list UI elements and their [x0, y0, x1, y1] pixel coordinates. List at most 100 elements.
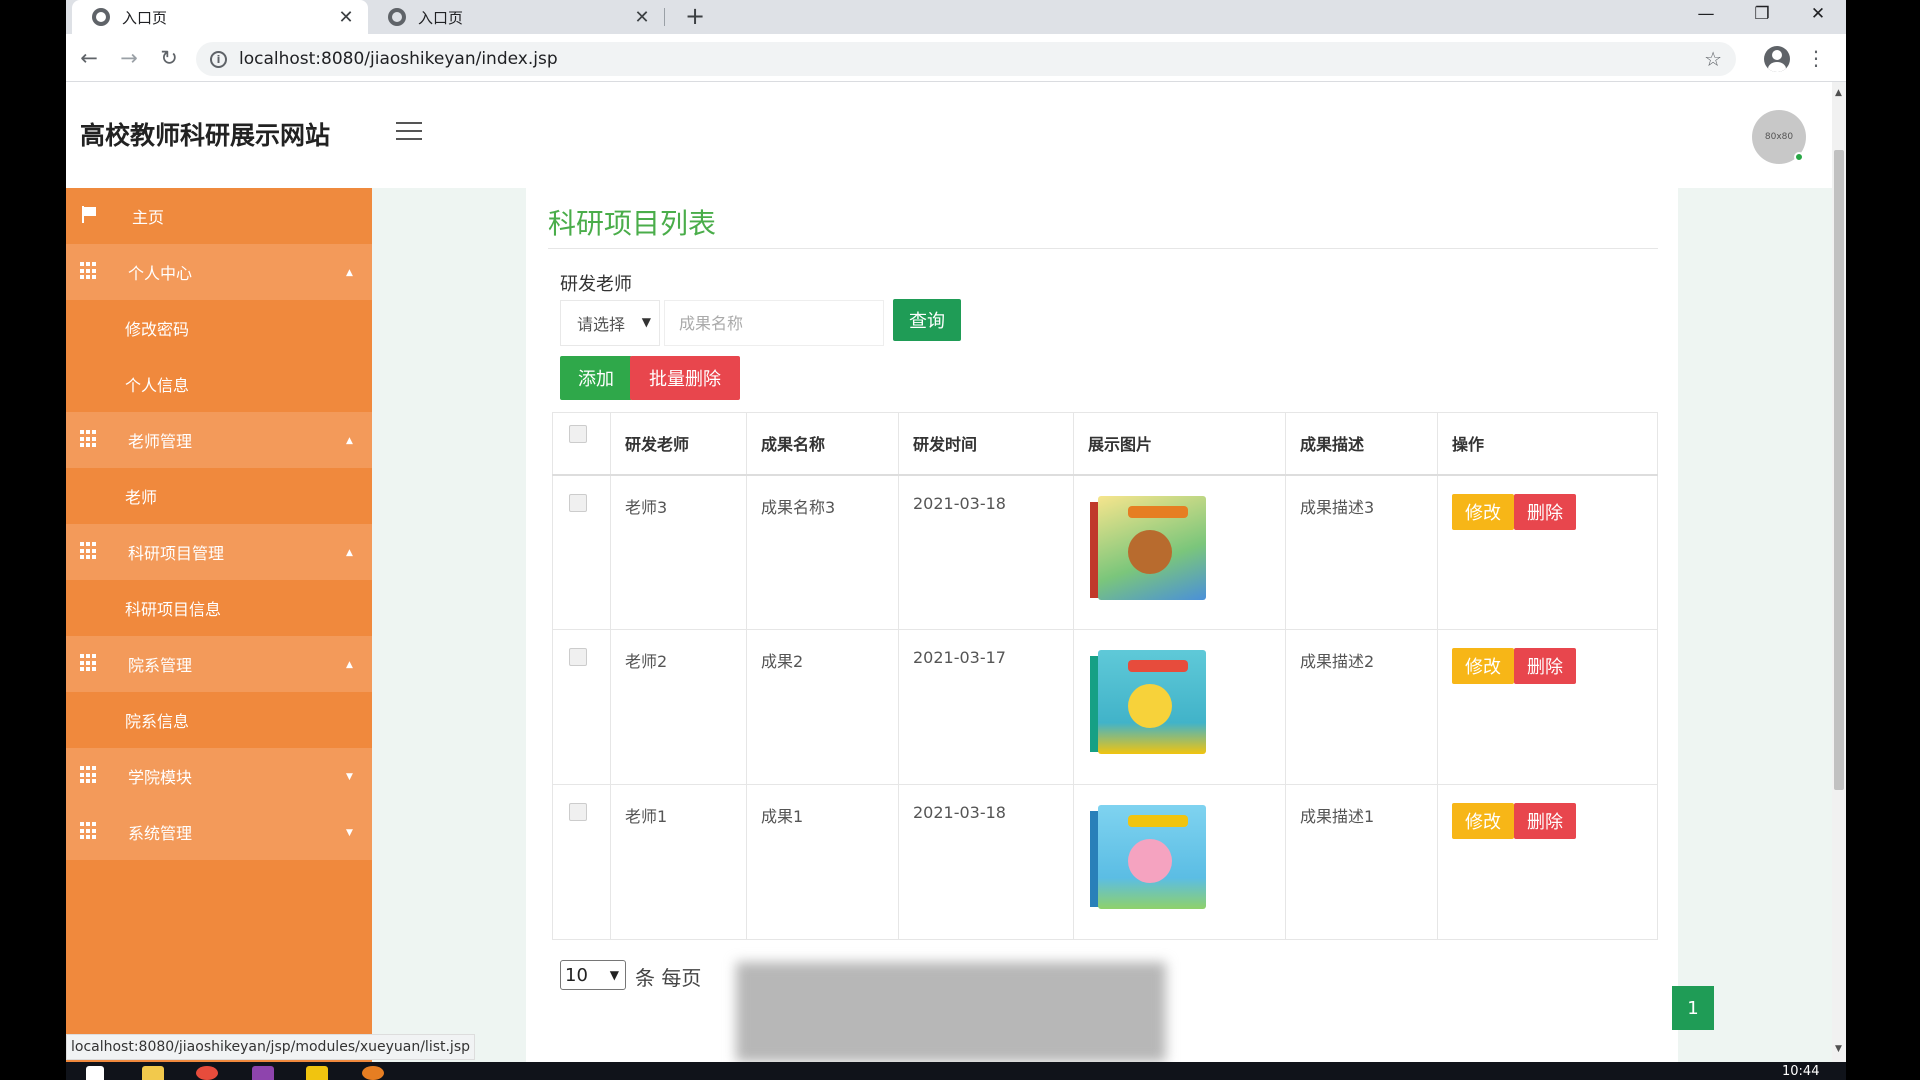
tab-close-icon[interactable]: ✕ [336, 7, 356, 28]
checkbox-cell [552, 784, 611, 940]
restore-icon[interactable]: ❐ [1734, 0, 1790, 28]
browser-toolbar: ← → ↻ i localhost:8080/jiaoshikeyan/inde… [66, 34, 1846, 82]
column-header: 成果名称 [746, 412, 899, 475]
project-table: 研发老师 成果名称 研发时间 展示图片 成果描述 操作 老师3 成果名称3 20… [552, 412, 1658, 940]
edit-button[interactable]: 修改 [1452, 648, 1514, 684]
checkbox-cell [552, 474, 611, 630]
sidebar-item-home[interactable]: 主页 [66, 188, 372, 244]
sidebar-item-project-info[interactable]: 科研项目信息 [66, 580, 372, 636]
grid-icon [80, 542, 98, 560]
row-checkbox[interactable] [569, 803, 587, 821]
app-icon[interactable] [362, 1066, 384, 1080]
sidebar-item-label: 科研项目管理 [128, 544, 225, 563]
search-button[interactable]: 查询 [893, 299, 961, 341]
sidebar-item-change-password[interactable]: 修改密码 [66, 300, 372, 356]
profile-icon[interactable] [1764, 46, 1790, 72]
scrollbar-thumb[interactable] [1834, 150, 1844, 790]
book-cover-2[interactable] [1088, 644, 1210, 762]
date-cell: 2021-03-17 [898, 629, 1074, 785]
grid-icon [80, 430, 98, 448]
pagination-page-1[interactable]: 1 [1672, 986, 1714, 1030]
caret-down-icon: ▼ [346, 772, 353, 782]
tab-close-icon[interactable]: ✕ [632, 7, 652, 28]
address-bar[interactable]: i localhost:8080/jiaoshikeyan/index.jsp … [196, 42, 1736, 76]
book-cover-1[interactable] [1088, 490, 1210, 608]
desc-cell: 成果描述3 [1285, 474, 1438, 630]
book-title-bar [1128, 660, 1188, 672]
vertical-scrollbar[interactable]: ▲ ▼ [1832, 82, 1846, 1062]
book-title-bar [1128, 505, 1188, 518]
reload-icon[interactable]: ↻ [154, 43, 184, 73]
back-arrow-icon[interactable]: ← [74, 43, 104, 73]
hamburger-menu-icon[interactable] [396, 122, 422, 142]
checkbox-cell [552, 629, 611, 785]
sidebar: 主页 个人中心 ▲ 修改密码 个人信息 老师管理 ▲ 老师 科研项目管理 ▲ 科… [66, 188, 372, 1062]
batch-delete-button[interactable]: 批量删除 [630, 356, 740, 400]
tab-entry-page-1[interactable]: 入口页 ✕ [72, 0, 368, 34]
sidebar-item-teacher[interactable]: 老师 [66, 468, 372, 524]
column-header: 研发时间 [898, 412, 1074, 475]
book-cover-3[interactable] [1088, 799, 1210, 917]
sidebar-item-label: 学院模块 [128, 768, 193, 787]
browser-menu-icon[interactable]: ⋮ [1806, 46, 1826, 70]
actions-cell: 修改 删除 [1437, 784, 1658, 940]
app-icon[interactable] [252, 1066, 274, 1080]
page-size-select[interactable]: 10 ▼ [560, 960, 626, 990]
taskbar-clock: 10:44 [1782, 1064, 1820, 1079]
caret-down-icon: ▼ [346, 828, 353, 838]
row-checkbox[interactable] [569, 648, 587, 666]
caret-up-icon: ▲ [346, 436, 353, 446]
forward-arrow-icon[interactable]: → [114, 43, 144, 73]
chrome-icon[interactable] [196, 1066, 218, 1080]
windows-start-icon[interactable] [86, 1066, 104, 1080]
select-value: 请选择 [577, 315, 626, 334]
sidebar-item-personal-info[interactable]: 个人信息 [66, 356, 372, 412]
select-all-checkbox[interactable] [569, 425, 587, 444]
scroll-up-icon[interactable]: ▲ [1835, 88, 1842, 98]
sidebar-item-department-management[interactable]: 院系管理 ▲ [66, 636, 372, 692]
delete-button[interactable]: 删除 [1514, 493, 1576, 530]
tab-separator [664, 8, 665, 26]
scroll-down-icon[interactable]: ▼ [1835, 1044, 1842, 1054]
app-icon[interactable] [306, 1066, 328, 1080]
desc-cell: 成果描述2 [1285, 629, 1438, 785]
row-checkbox[interactable] [569, 493, 587, 512]
url-text: localhost:8080/jiaoshikeyan/index.jsp [239, 49, 558, 69]
site-title: 高校教师科研展示网站 [80, 121, 331, 150]
sidebar-item-label: 个人中心 [128, 264, 193, 283]
window-close-icon[interactable]: ✕ [1790, 0, 1846, 28]
file-explorer-icon[interactable] [142, 1066, 164, 1080]
caret-up-icon: ▲ [346, 548, 353, 558]
teacher-select[interactable]: 请选择 ▼ [560, 300, 660, 346]
site-info-icon[interactable]: i [210, 50, 227, 68]
sidebar-item-college-module[interactable]: 学院模块 ▼ [66, 748, 372, 804]
sidebar-item-project-management[interactable]: 科研项目管理 ▲ [66, 524, 372, 580]
tab-entry-page-2[interactable]: 入口页 ✕ [368, 0, 664, 34]
chevron-down-icon: ▼ [609, 968, 619, 982]
new-tab-button[interactable]: + [680, 2, 710, 30]
achievement-name-input[interactable] [664, 300, 884, 346]
table-row: 老师2 成果2 2021-03-17 成果描述2 修改 删除 [552, 629, 1658, 785]
add-button[interactable]: 添加 [560, 356, 632, 400]
sidebar-item-department-info[interactable]: 院系信息 [66, 692, 372, 748]
grid-icon [80, 822, 98, 840]
sidebar-item-label: 院系管理 [128, 656, 193, 675]
edit-button[interactable]: 修改 [1452, 493, 1514, 530]
sidebar-item-system-management[interactable]: 系统管理 ▼ [66, 804, 372, 860]
taskbar: 10:44 [66, 1062, 1846, 1080]
sidebar-item-teacher-management[interactable]: 老师管理 ▲ [66, 412, 372, 468]
caret-up-icon: ▲ [346, 660, 353, 670]
sidebar-item-label: 科研项目信息 [125, 600, 222, 619]
table-row: 老师1 成果1 2021-03-18 成果描述1 修改 删除 [552, 784, 1658, 940]
per-page-label: 条 每页 [635, 966, 702, 990]
chevron-down-icon: ▼ [641, 315, 651, 329]
delete-button[interactable]: 删除 [1514, 803, 1576, 839]
actions-cell: 修改 删除 [1437, 474, 1658, 630]
sidebar-item-personal-center[interactable]: 个人中心 ▲ [66, 244, 372, 300]
date-cell: 2021-03-18 [898, 474, 1074, 630]
column-header: 成果描述 [1285, 412, 1438, 475]
bookmark-star-icon[interactable]: ☆ [1704, 47, 1722, 71]
delete-button[interactable]: 删除 [1514, 648, 1576, 684]
edit-button[interactable]: 修改 [1452, 803, 1514, 839]
minimize-icon[interactable]: — [1678, 0, 1734, 28]
